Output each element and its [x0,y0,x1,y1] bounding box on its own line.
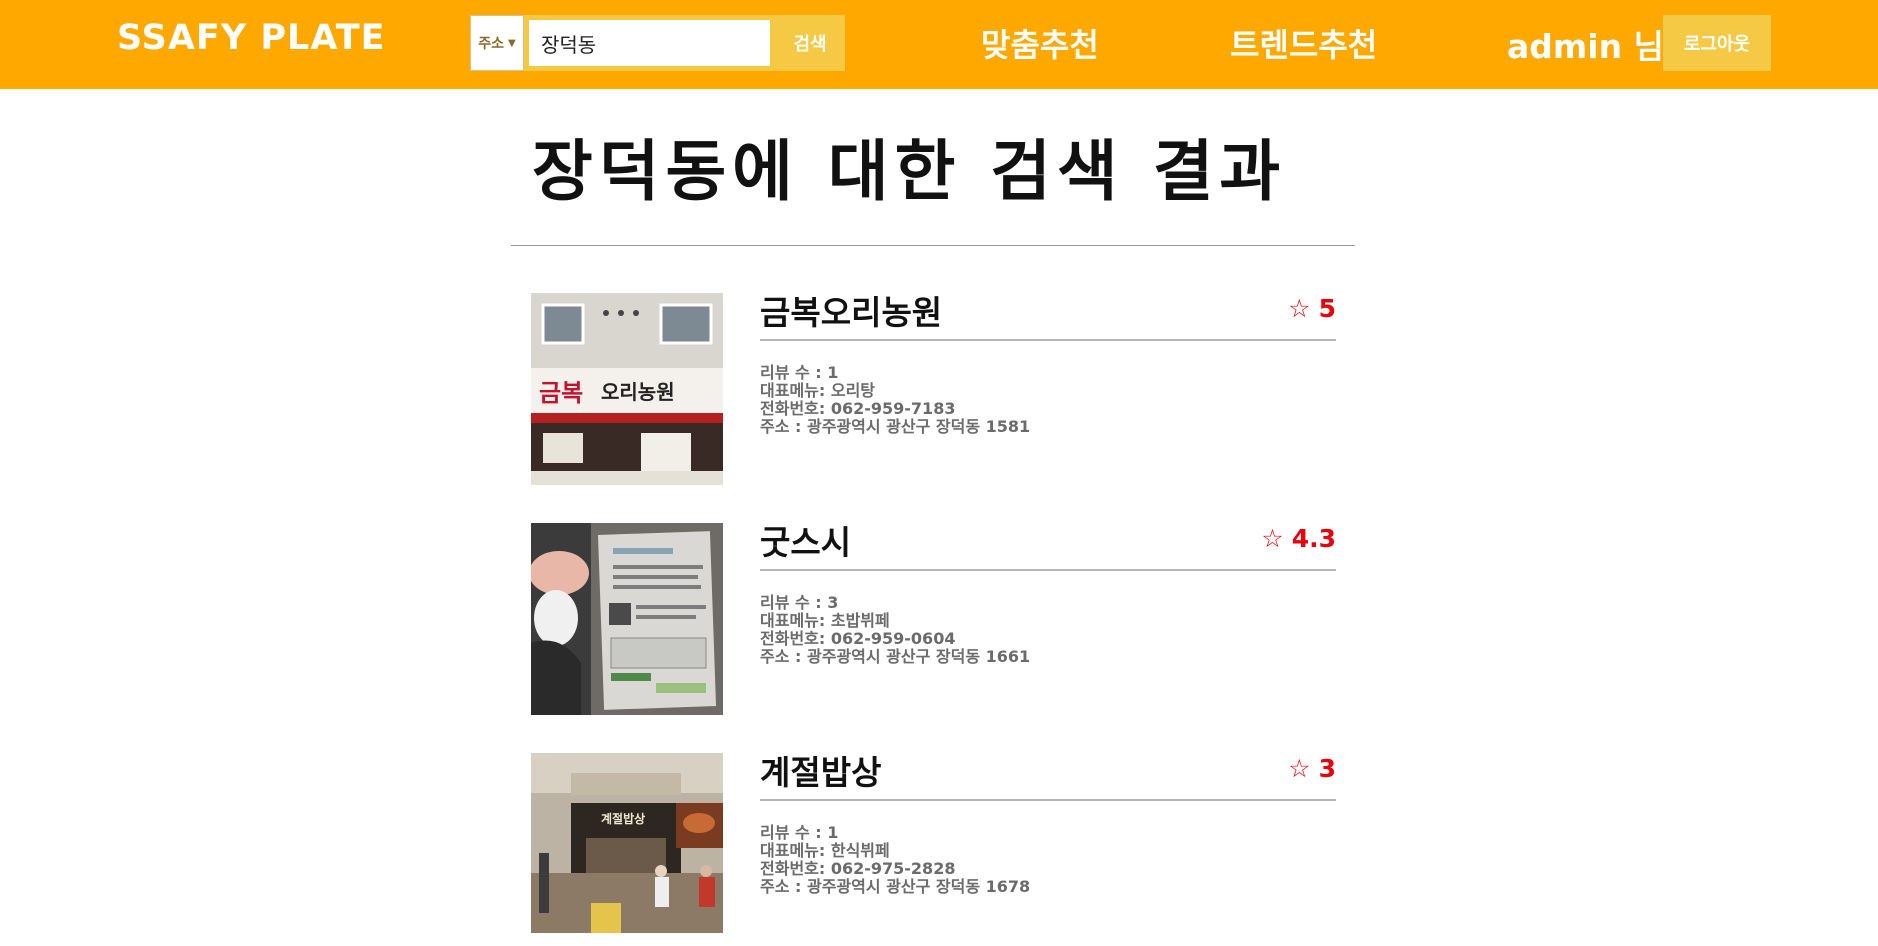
nav-trend-recommend[interactable]: 트렌드추천 [1230,20,1377,66]
restaurant-info: 리뷰 수 : 1 대표메뉴: 한식뷔페 전화번호: 062-975-2828 주… [760,824,1030,896]
card-divider [760,339,1336,341]
review-count: 리뷰 수 : 3 [760,593,839,612]
main-menu: 대표메뉴: 한식뷔페 [760,841,890,860]
restaurant-name[interactable]: 굿스시 [760,516,851,564]
phone-number: 전화번호: 062-959-0604 [760,629,956,648]
main-menu: 대표메뉴: 초밥뷔페 [760,611,890,630]
search-bar: 주소 ▼ 검색 [470,15,845,71]
result-card[interactable]: 계절밥상 계절밥상 ☆ 3 리뷰 수 : 1 대표메뉴: 한식뷔페 전화번호: … [531,753,1336,946]
svg-text:오리농원: 오리농원 [601,380,675,404]
star-icon: ☆ [1288,294,1311,323]
address: 주소 : 광주광역시 광산구 장덕동 1678 [760,877,1031,896]
review-count: 리뷰 수 : 1 [760,363,839,382]
address: 주소 : 광주광역시 광산구 장덕동 1581 [760,417,1031,436]
restaurant-thumbnail[interactable]: 계절밥상 [531,753,723,933]
restaurant-info: 리뷰 수 : 3 대표메뉴: 초밥뷔페 전화번호: 062-959-0604 주… [760,594,1030,666]
restaurant-rating: ☆ 5 [1288,294,1336,323]
caret-down-icon: ▼ [508,37,516,49]
address: 주소 : 광주광역시 광산구 장덕동 1661 [760,647,1031,666]
svg-text:금복: 금복 [539,379,583,407]
site-logo[interactable]: SSAFY PLATE [117,18,385,58]
restaurant-rating: ☆ 3 [1288,754,1336,783]
page-title: 장덕동에 대한 검색 결과 [532,133,1287,210]
phone-number: 전화번호: 062-959-7183 [760,399,956,418]
search-type-value: 주소 [478,36,505,52]
card-divider [760,569,1336,571]
restaurant-info: 리뷰 수 : 1 대표메뉴: 오리탕 전화번호: 062-959-7183 주소… [760,364,1030,436]
restaurant-rating: ☆ 4.3 [1261,524,1336,553]
rating-value: 3 [1318,754,1336,783]
logout-button[interactable]: 로그아웃 [1663,15,1771,71]
star-icon: ☆ [1261,524,1284,553]
phone-number: 전화번호: 062-975-2828 [760,859,956,878]
search-button[interactable]: 검색 [775,15,845,71]
review-count: 리뷰 수 : 1 [760,823,839,842]
star-icon: ☆ [1288,754,1311,783]
rating-value: 4.3 [1291,524,1336,553]
card-divider [760,799,1336,801]
result-card[interactable]: 굿스시 ☆ 4.3 리뷰 수 : 3 대표메뉴: 초밥뷔페 전화번호: 062-… [531,523,1336,716]
restaurant-thumbnail[interactable]: 금복 오리농원 [531,293,723,485]
main-menu: 대표메뉴: 오리탕 [760,381,876,400]
result-card[interactable]: 금복 오리농원 금복 오리농원 ☆ 5 리뷰 수 : 1 대표메뉴: 오리탕 전화… [531,293,1336,486]
title-divider [511,245,1355,246]
user-greeting: admin 님 [1507,27,1664,66]
search-input[interactable] [524,15,775,71]
restaurant-name[interactable]: 금복오리농원 [760,286,942,334]
restaurant-thumbnail[interactable] [531,523,723,715]
rating-value: 5 [1318,294,1336,323]
svg-text:계절밥상: 계절밥상 [601,811,645,826]
search-type-select[interactable]: 주소 ▼ [470,15,524,71]
nav-custom-recommend[interactable]: 맞춤추천 [981,20,1099,66]
restaurant-name[interactable]: 계절밥상 [760,746,881,794]
top-navigation-bar: SSAFY PLATE 주소 ▼ 검색 맞춤추천 트렌드추천 admin 님 로… [0,0,1878,89]
